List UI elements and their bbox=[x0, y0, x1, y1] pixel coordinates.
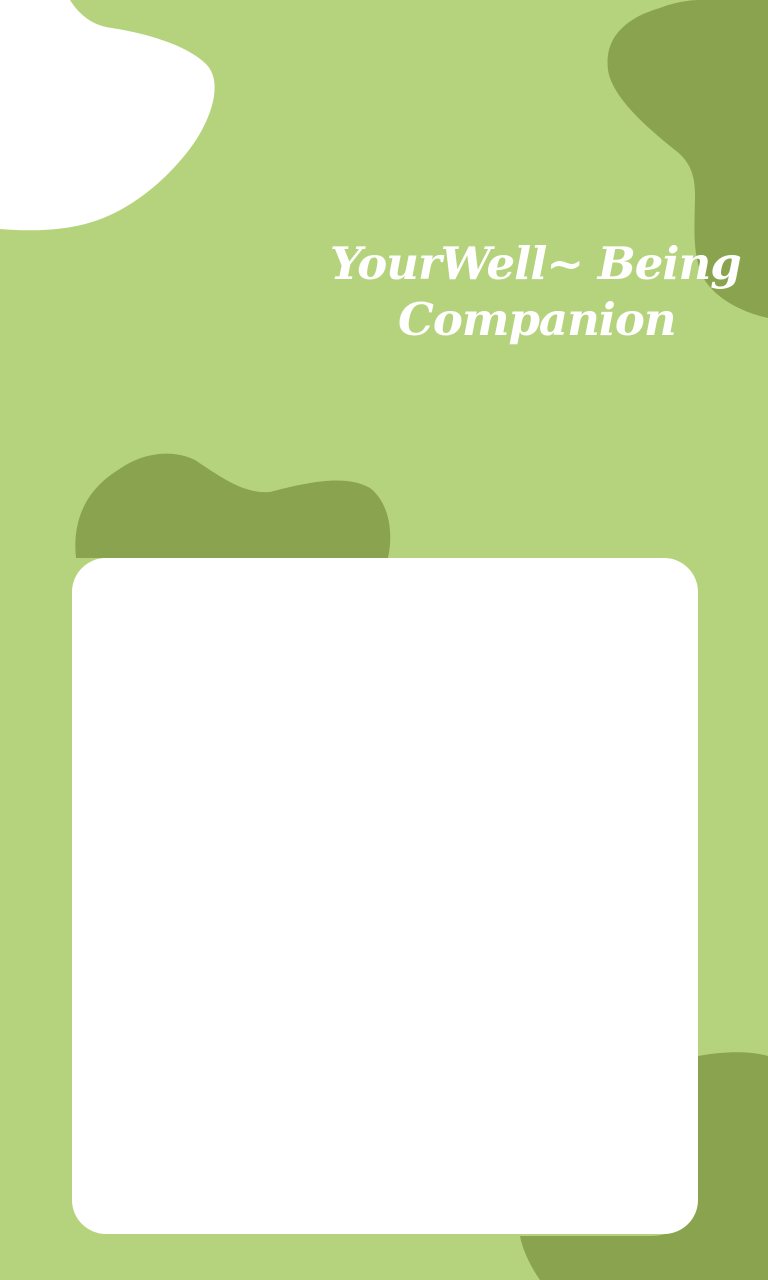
top-left-white-blob bbox=[0, 0, 215, 231]
middle-left-blob bbox=[75, 453, 391, 558]
content-card bbox=[72, 558, 698, 1234]
tagline-line-1: YourWell~ Being bbox=[330, 237, 742, 290]
tagline: YourWell~ Being Companion bbox=[330, 236, 742, 348]
tagline-line-2: Companion bbox=[398, 293, 677, 346]
app-screen: YourWell~ Being Companion bbox=[0, 0, 768, 1280]
